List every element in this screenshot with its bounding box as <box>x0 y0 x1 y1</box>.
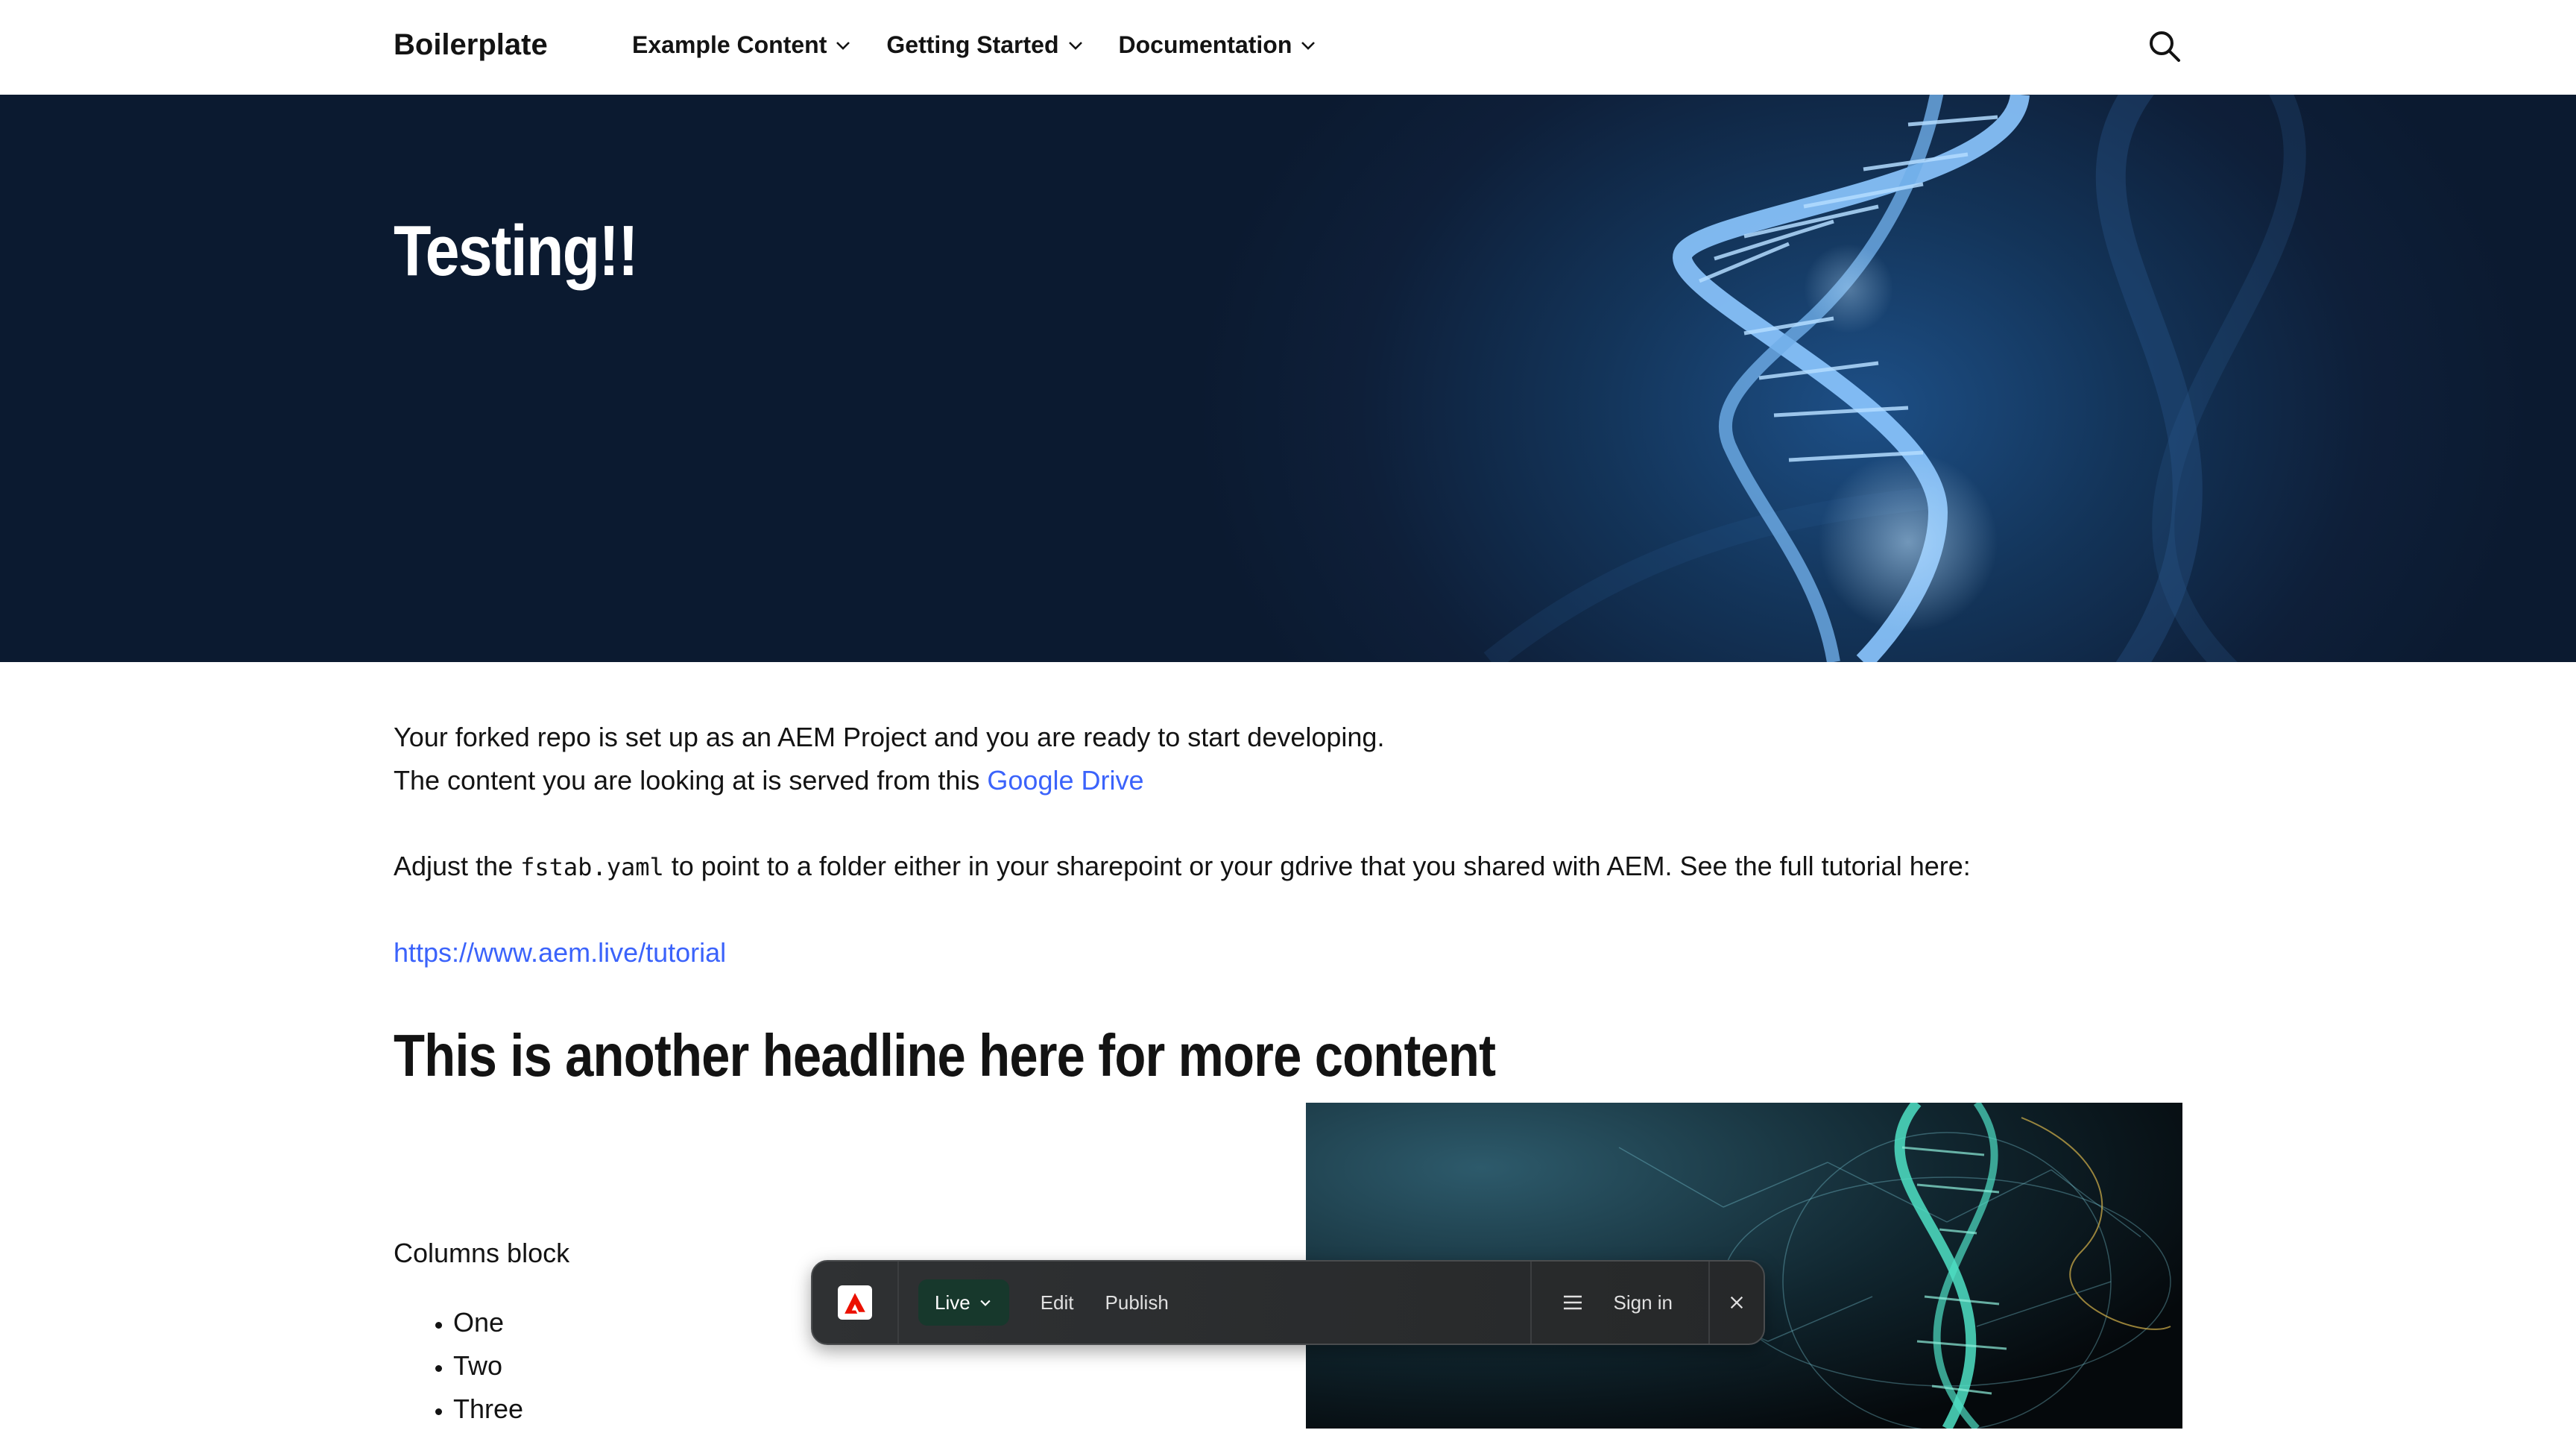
columns-block-label: Columns block <box>394 1238 570 1268</box>
google-drive-link[interactable]: Google Drive <box>987 765 1143 796</box>
environment-switcher[interactable]: Live <box>918 1279 1009 1326</box>
chevron-down-icon <box>1301 41 1316 50</box>
close-icon <box>1730 1296 1743 1309</box>
nav-getting-started[interactable]: Getting Started <box>886 31 1084 59</box>
tutorial-link[interactable]: https://www.aem.live/tutorial <box>394 937 726 968</box>
close-button[interactable] <box>1710 1262 1764 1344</box>
columns-list: One Two Three <box>394 1301 523 1431</box>
tutorial-paragraph: https://www.aem.live/tutorial <box>394 931 2182 974</box>
list-item: Two <box>453 1344 523 1388</box>
hamburger-menu-icon <box>1563 1295 1582 1310</box>
chevron-down-icon <box>836 41 850 50</box>
dna-helix-image <box>1483 95 2306 662</box>
hero-section: Testing!! <box>0 95 2576 662</box>
main-nav: Example Content Getting Started Document… <box>632 31 1317 59</box>
nav-label: Example Content <box>632 31 827 58</box>
adjust-paragraph: Adjust the fstab.yaml to point to a fold… <box>394 845 2182 889</box>
chevron-down-icon <box>1068 41 1082 50</box>
intro-line-2-text: The content you are looking at is served… <box>394 765 988 796</box>
adjust-suffix: to point to a folder either in your shar… <box>663 851 1971 881</box>
aem-sidekick-toolbar: Live Edit Publish Sign in <box>811 1260 1765 1345</box>
list-item: Three <box>453 1388 523 1431</box>
site-header: Boilerplate Example Content Getting Star… <box>0 0 2576 95</box>
sign-in-button[interactable]: Sign in <box>1614 1291 1709 1314</box>
adjust-prefix: Adjust the <box>394 851 521 881</box>
chevron-down-icon <box>980 1300 991 1306</box>
intro-paragraph: Your forked repo is set up as an AEM Pro… <box>394 716 2182 802</box>
nav-documentation[interactable]: Documentation <box>1119 31 1318 59</box>
nav-label: Documentation <box>1118 31 1292 58</box>
section-headline: This is another headline here for more c… <box>394 1022 1496 1089</box>
hero-title: Testing!! <box>394 211 639 291</box>
nav-label: Getting Started <box>886 31 1059 58</box>
search-button[interactable] <box>2147 28 2182 64</box>
search-icon <box>2150 31 2180 62</box>
fstab-code: fstab.yaml <box>520 853 664 881</box>
adobe-logo-button[interactable] <box>812 1262 899 1344</box>
intro-line-1: Your forked repo is set up as an AEM Pro… <box>394 722 1385 752</box>
brand-logo-link[interactable]: Boilerplate <box>394 28 548 62</box>
environment-label: Live <box>935 1291 970 1314</box>
main-content: Your forked repo is set up as an AEM Pro… <box>394 716 2182 974</box>
nav-example-content[interactable]: Example Content <box>632 31 852 59</box>
menu-button[interactable] <box>1532 1262 1614 1344</box>
adobe-logo-icon <box>838 1285 872 1320</box>
publish-button[interactable]: Publish <box>1105 1291 1169 1314</box>
edit-button[interactable]: Edit <box>1041 1291 1074 1314</box>
list-item: One <box>453 1301 523 1344</box>
